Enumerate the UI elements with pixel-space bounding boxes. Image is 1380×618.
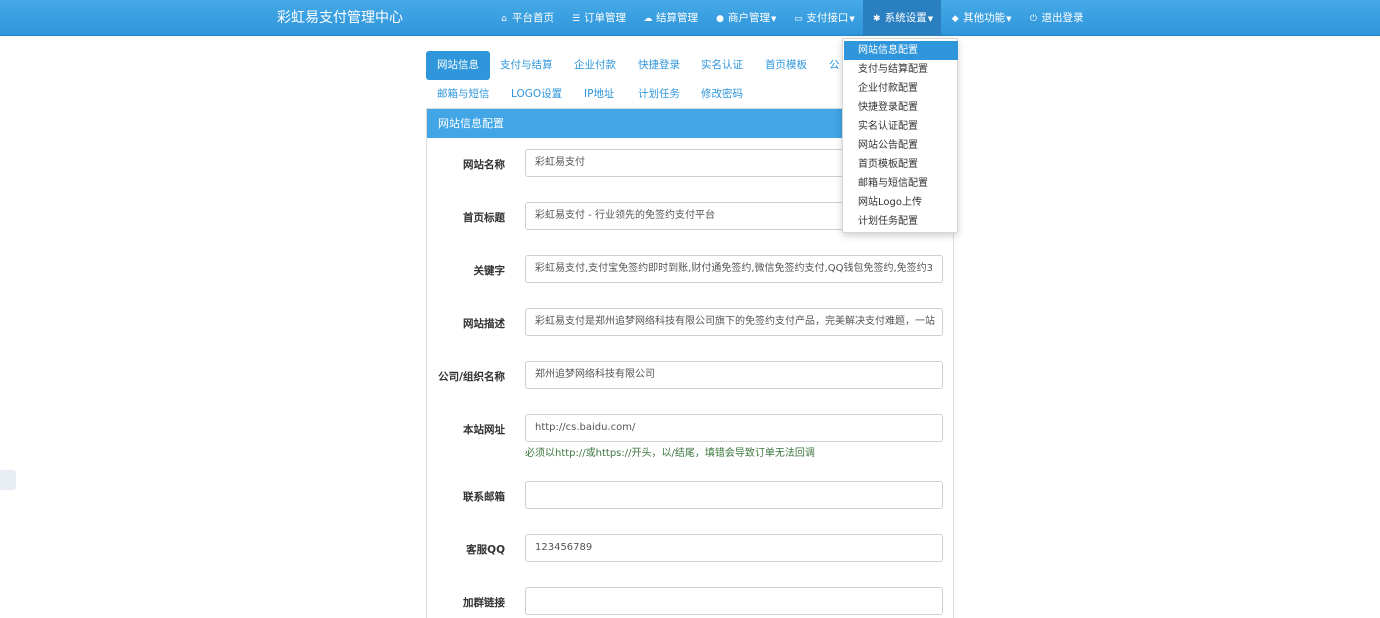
caret-down-icon: ▼ [927,15,934,23]
menu-item-pay-settle[interactable]: 支付与结算配置 [844,60,958,79]
tab-logo[interactable]: LOGO设置 [500,80,573,109]
field-label: 公司/组织名称 [438,371,505,383]
nav-merchants[interactable]: ● 商户管理▼ [706,0,784,36]
list-icon: ☰ [571,14,581,24]
main-nav: ⌂ 平台首页 ☰ 订单管理 ☁ 结算管理 ● 商户管理▼ ▭ 支付接口▼ ✱ 系统设置▼ ◆… [490,0,1092,36]
field-label: 加群链接 [463,597,505,609]
nav-payment-interface[interactable]: ▭ 支付接口▼ [784,0,862,36]
field-label: 关键字 [473,265,506,277]
cloud-icon: ☁ [643,14,653,24]
gear-icon: ✱ [873,14,881,24]
site-url-help: 必须以http://或https://开头，以/结尾，填错会导致订单无法回调 [525,448,815,459]
tab-quick-login[interactable]: 快捷登录 [627,51,691,80]
description-input[interactable]: 彩虹易支付是郑州追梦网络科技有限公司旗下的免签约支付产品，完美解决支付难题，一站 [525,308,943,336]
field-label: 网站名称 [463,159,505,171]
tab-site-info[interactable]: 网站信息 [426,51,490,80]
side-panel-handle[interactable] [0,470,16,490]
menu-item-home-template[interactable]: 首页模板配置 [844,155,958,174]
caret-down-icon: ▼ [849,15,855,23]
nav-home-label: 平台首页 [512,12,554,24]
site-url-input[interactable]: http://cs.baidu.com/ [525,414,943,442]
power-icon: ⏻ [1030,14,1038,24]
nav-orders-label: 订单管理 [584,12,626,24]
tab-password[interactable]: 修改密码 [690,80,754,109]
nav-logout[interactable]: ⏻ 退出登录 [1020,0,1092,36]
top-navbar: 彩虹易支付管理中心 ⌂ 平台首页 ☰ 订单管理 ☁ 结算管理 ● 商户管理▼ ▭ 支付接口… [0,0,1380,36]
nav-home[interactable]: ⌂ 平台首页 [490,0,562,36]
system-settings-dropdown: 网站信息配置 支付与结算配置 企业付款配置 快捷登录配置 实名认证配置 网站公告… [842,38,958,233]
nav-merchants-label: 商户管理 [728,12,770,24]
cube-icon: ◆ [951,14,959,24]
tab-home-template[interactable]: 首页模板 [754,51,818,80]
nav-system-settings[interactable]: ✱ 系统设置▼ [862,0,942,36]
brand-title[interactable]: 彩虹易支付管理中心 [277,0,403,36]
nav-other-functions[interactable]: ◆ 其他功能▼ [941,0,1019,36]
company-input[interactable]: 郑州追梦网络科技有限公司 [525,361,943,389]
field-label: 首页标题 [463,212,505,224]
nav-logout-label: 退出登录 [1041,12,1084,24]
email-input[interactable] [525,481,943,509]
field-label: 网站描述 [463,318,505,330]
nav-other-functions-label: 其他功能 [963,12,1006,24]
tab-ip[interactable]: IP地址 [573,80,625,109]
group-link-input[interactable] [525,587,943,615]
field-label: 本站网址 [463,424,505,436]
field-label: 客服QQ [466,544,505,556]
caret-down-icon: ▼ [771,15,777,23]
field-label: 联系邮箱 [463,491,505,503]
menu-item-logo-upload[interactable]: 网站Logo上传 [844,193,958,212]
menu-item-quick-login[interactable]: 快捷登录配置 [844,98,958,117]
home-icon: ⌂ [501,14,507,24]
tab-realname[interactable]: 实名认证 [690,51,754,80]
menu-item-cron[interactable]: 计划任务配置 [844,212,958,231]
menu-item-enterprise-pay[interactable]: 企业付款配置 [844,79,958,98]
nav-settlement-label: 结算管理 [656,12,698,24]
menu-item-mail-sms[interactable]: 邮箱与短信配置 [844,174,958,193]
keywords-input[interactable]: 彩虹易支付,支付宝免签约即时到账,财付通免签约,微信免签约支付,QQ钱包免签约,… [525,255,943,283]
nav-system-settings-label: 系统设置 [884,12,927,24]
user-icon: ● [716,14,724,24]
tab-enterprise-pay[interactable]: 企业付款 [563,51,627,80]
tab-pay-settle[interactable]: 支付与结算 [489,51,564,80]
nav-orders[interactable]: ☰ 订单管理 [562,0,634,36]
menu-item-site-info[interactable]: 网站信息配置 [844,41,958,60]
caret-down-icon: ▼ [1006,15,1012,23]
menu-item-realname[interactable]: 实名认证配置 [844,117,958,136]
nav-payment-interface-label: 支付接口 [806,12,849,24]
nav-settlement[interactable]: ☁ 结算管理 [634,0,706,36]
qq-input[interactable]: 123456789 [525,534,943,562]
credit-card-icon: ▭ [794,14,803,24]
tab-cron[interactable]: 计划任务 [627,80,691,109]
tab-mail-sms[interactable]: 邮箱与短信 [426,80,501,109]
menu-item-announcement[interactable]: 网站公告配置 [844,136,958,155]
